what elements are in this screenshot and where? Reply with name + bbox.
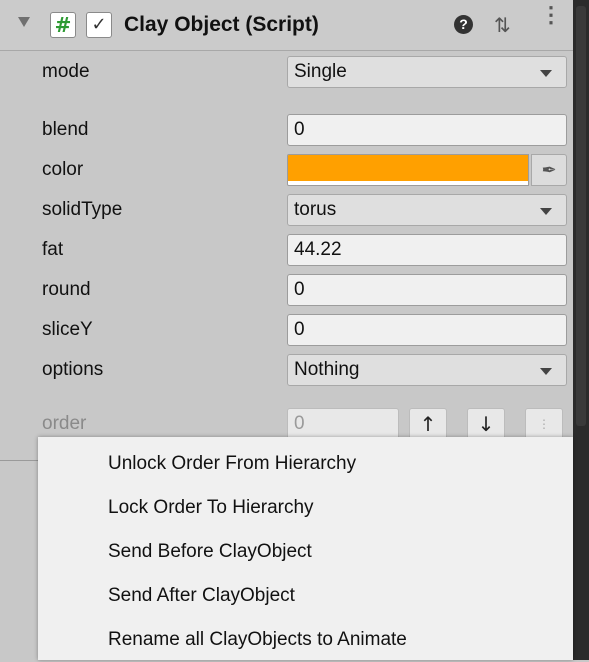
menu-item-send-after[interactable]: Send After ClayObject	[38, 574, 573, 618]
menu-item-unlock-order[interactable]: Unlock Order From Hierarchy	[38, 442, 573, 486]
component-title: Clay Object (Script)	[124, 13, 319, 36]
order-up-button[interactable]: ↑	[409, 408, 447, 440]
scrollbar-thumb[interactable]	[576, 6, 586, 426]
property-label: order	[42, 413, 87, 434]
eyedropper-icon[interactable]: ✒	[531, 154, 567, 186]
order-more-button[interactable]: ⋮	[525, 408, 563, 440]
fat-input[interactable]: 44.22	[287, 234, 567, 266]
property-label: solidType	[42, 199, 123, 220]
slicey-input[interactable]: 0	[287, 314, 567, 346]
property-label: sliceY	[42, 319, 93, 340]
property-label: options	[42, 359, 104, 380]
enabled-checkbox[interactable]: ✓	[86, 12, 112, 38]
property-row-round: round 0	[0, 274, 573, 310]
solidtype-dropdown[interactable]: torus	[287, 194, 567, 226]
property-row-fat: fat 44.22	[0, 234, 573, 270]
help-icon[interactable]: ?	[454, 15, 473, 34]
dropdown-arrow-icon	[540, 208, 552, 215]
component-menu-icon[interactable]: ⋮	[540, 4, 562, 26]
menu-item-send-before[interactable]: Send Before ClayObject	[38, 530, 573, 574]
presets-icon[interactable]: ⇅	[494, 13, 511, 37]
foldout-arrow-icon[interactable]	[18, 17, 30, 27]
color-field[interactable]	[287, 154, 529, 186]
dropdown-value: Nothing	[294, 359, 360, 380]
component-header[interactable]: # ✓ Clay Object (Script) ? ⇅ ⋮	[0, 0, 573, 51]
property-row-mode: mode Single	[0, 56, 573, 92]
menu-item-rename-all[interactable]: Rename all ClayObjects to Animate	[38, 618, 573, 662]
options-dropdown[interactable]: Nothing	[287, 354, 567, 386]
blend-input[interactable]: 0	[287, 114, 567, 146]
property-row-blend: blend 0	[0, 114, 573, 150]
property-row-options: options Nothing	[0, 354, 573, 390]
dropdown-value: Single	[294, 61, 347, 82]
divider	[0, 460, 40, 461]
property-row-color: color ✒	[0, 154, 573, 190]
property-label: fat	[42, 239, 64, 260]
order-input[interactable]: 0	[287, 408, 399, 440]
dropdown-arrow-icon	[540, 70, 552, 77]
property-label: mode	[42, 61, 90, 82]
property-row-slicey: sliceY 0	[0, 314, 573, 350]
property-label: blend	[42, 119, 89, 140]
color-alpha-bar	[288, 181, 528, 185]
order-down-button[interactable]: ↓	[467, 408, 505, 440]
round-input[interactable]: 0	[287, 274, 567, 306]
script-icon: #	[50, 12, 76, 38]
dropdown-value: torus	[294, 199, 337, 220]
menu-item-lock-order[interactable]: Lock Order To Hierarchy	[38, 486, 573, 530]
property-label: round	[42, 279, 91, 300]
mode-dropdown[interactable]: Single	[287, 56, 567, 88]
context-menu: Unlock Order From Hierarchy Lock Order T…	[38, 437, 573, 660]
dropdown-arrow-icon	[540, 368, 552, 375]
color-swatch-fill	[288, 155, 528, 181]
property-row-solidtype: solidType torus	[0, 194, 573, 230]
property-label: color	[42, 159, 84, 180]
